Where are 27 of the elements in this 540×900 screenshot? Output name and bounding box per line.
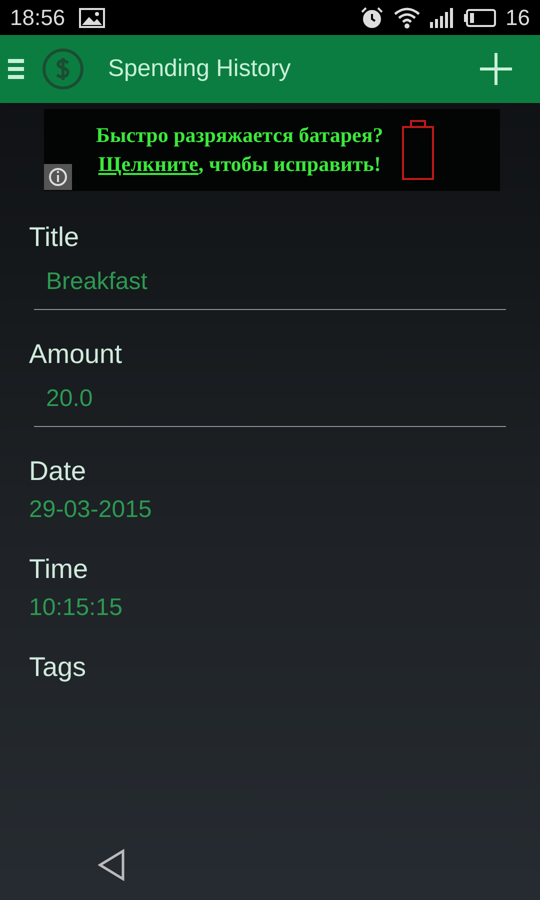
input-field[interactable]: Breakfast [34,267,506,310]
clock-time: 18:56 [10,4,66,30]
signal-icon [430,8,454,28]
battery-level: 16 [506,4,530,30]
app-title: Spending History [108,55,291,83]
input-field[interactable]: 20.0 [34,384,506,427]
battery-drawing [401,119,436,181]
menu-icon[interactable] [8,58,24,80]
field-label: Date [29,455,88,487]
add-icon[interactable] [478,51,514,87]
info-icon[interactable] [44,164,72,190]
alarm-icon [360,6,384,30]
field-value: 10:15:15 [29,593,124,623]
field-label: Title [29,221,80,253]
ad-text: , чтобы исправить! [198,152,381,176]
battery-icon [464,8,496,26]
field-label: Tags [29,651,88,683]
image-icon [79,8,106,28]
ad-banner[interactable]: Быстро разряжается батарея? Щелкните, чтобы исправить! [44,109,500,191]
field-label: Amount [29,338,124,370]
field-label: Time [29,553,89,585]
field-value: 29-03-2015 [29,495,153,525]
wifi-icon [394,6,420,28]
ad-link[interactable]: Щелкните [98,152,198,176]
ad-headline: Быстро разряжается батарея? [96,122,384,149]
dollar-coin-icon [42,48,84,90]
back-icon[interactable] [98,849,126,881]
